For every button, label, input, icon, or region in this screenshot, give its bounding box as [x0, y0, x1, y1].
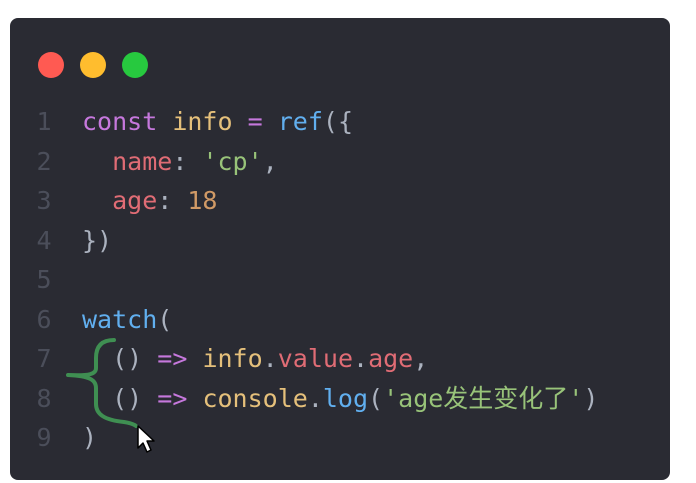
code-window: 1 const info = ref({2 name: 'cp', 3 age: 1… — [10, 18, 670, 480]
annotation-layer — [66, 338, 155, 453]
mouse-pointer-icon — [137, 425, 155, 453]
curly-brace-annotation — [66, 338, 138, 428]
